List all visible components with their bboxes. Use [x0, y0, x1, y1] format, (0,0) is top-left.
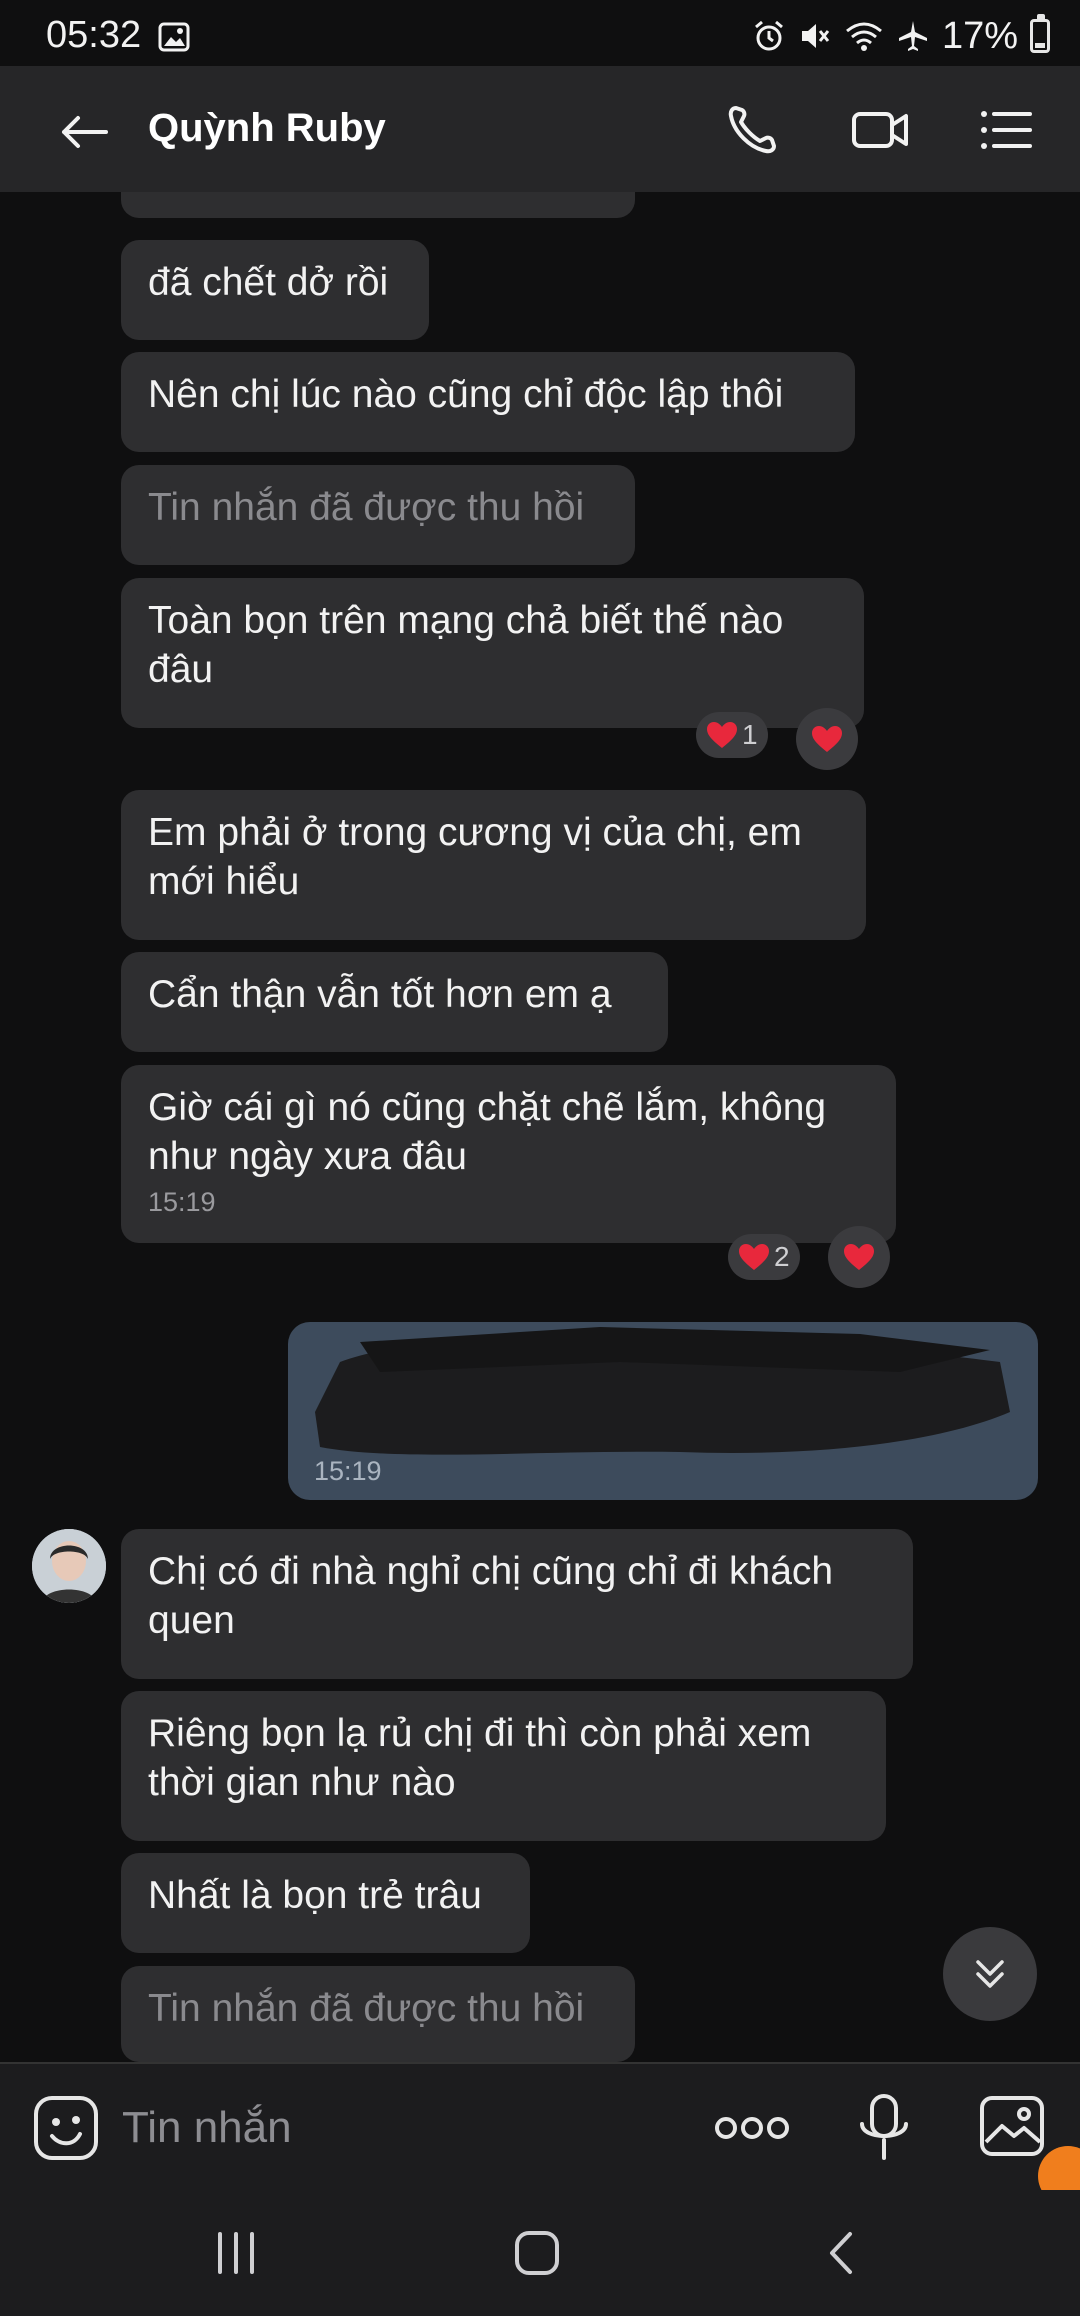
microphone-icon[interactable]: [856, 2092, 912, 2164]
scroll-to-bottom-button[interactable]: [943, 1927, 1037, 2021]
chat-header: Quỳnh Ruby: [0, 66, 1080, 192]
menu-list-icon[interactable]: [976, 100, 1036, 160]
message-text: đã chết dở rồi: [148, 261, 389, 304]
message-time: 15:19: [314, 1456, 382, 1486]
heart-icon: [739, 1244, 769, 1270]
message-bubble[interactable]: đã chết dở rồi: [121, 240, 429, 340]
composer-bar: [0, 2062, 1080, 2190]
reaction-count-badge[interactable]: 1: [696, 712, 768, 758]
double-chevron-down-icon: [976, 1960, 1004, 1988]
alarm-icon: [754, 20, 783, 51]
message-text: Em phải ở trong cương vị của chị, em mới…: [148, 811, 802, 903]
system-nav-bar: [0, 2190, 1080, 2316]
sent-message-bubble[interactable]: 15:19: [288, 1322, 1038, 1500]
airplane-icon: [898, 21, 927, 51]
message-bubble[interactable]: Nhất là bọn trẻ trâu: [121, 1853, 530, 1953]
battery-percent: 17%: [941, 14, 1018, 57]
message-input[interactable]: [120, 2092, 684, 2164]
reaction-count: 2: [774, 1241, 790, 1272]
wifi-icon: [845, 22, 882, 51]
message-text: Tin nhắn đã được thu hồi: [148, 1987, 585, 2030]
status-time: 05:32: [46, 14, 142, 56]
message-bubble[interactable]: Em phải ở trong cương vị của chị, em mới…: [121, 790, 866, 940]
avatar-image: [32, 1529, 106, 1603]
recalled-message-bubble[interactable]: Tin nhắn đã được thu hồi: [121, 465, 635, 565]
avatar[interactable]: [32, 1529, 106, 1603]
contact-name[interactable]: Quỳnh Ruby: [148, 106, 386, 151]
reaction-count-badge[interactable]: 2: [728, 1234, 800, 1280]
recalled-message-bubble[interactable]: Tin nhắn đã được thu hồi: [121, 1966, 635, 2062]
message-bubble[interactable]: Nên chị lúc nào cũng chỉ độc lập thôi: [121, 352, 855, 452]
status-bar: 05:32 17%: [0, 0, 1080, 72]
redaction-scribble: [315, 1327, 1010, 1455]
status-icons: 17%: [752, 14, 1050, 58]
message-text: Nhất là bọn trẻ trâu: [148, 1874, 482, 1917]
home-icon[interactable]: [507, 2228, 567, 2278]
message-bubble[interactable]: Cẩn thận vẫn tốt hơn em ạ: [121, 952, 668, 1052]
message-text: Chị có đi nhà nghỉ chị cũng chỉ đi khách…: [148, 1550, 834, 1642]
message-bubble[interactable]: Chị có đi nhà nghỉ chị cũng chỉ đi khách…: [121, 1529, 913, 1679]
back-nav-icon[interactable]: [812, 2228, 872, 2278]
phone-icon[interactable]: [722, 100, 782, 160]
video-call-icon[interactable]: [850, 100, 910, 160]
message-bubble-partial[interactable]: [121, 192, 635, 218]
message-text: Tin nhắn đã được thu hồi: [148, 486, 585, 529]
heart-icon: [844, 1244, 874, 1270]
message-time: 15:19: [148, 1187, 216, 1217]
recent-apps-icon[interactable]: [206, 2228, 266, 2278]
react-heart-button[interactable]: [828, 1226, 890, 1288]
message-text: Riêng bọn lạ rủ chị đi thì còn phải xem …: [148, 1712, 812, 1804]
heart-icon: [707, 722, 737, 748]
back-arrow-icon[interactable]: [54, 102, 114, 162]
battery-icon: [1030, 14, 1050, 53]
reaction-count: 1: [742, 719, 758, 750]
mute-icon: [801, 24, 830, 48]
image-picker-icon[interactable]: [978, 2092, 1046, 2160]
message-text: Toàn bọn trên mạng chả biết thế nào đâu: [148, 599, 784, 691]
heart-icon: [812, 726, 842, 752]
react-heart-button[interactable]: [796, 708, 858, 770]
sticker-icon[interactable]: [32, 2094, 100, 2162]
message-bubble[interactable]: Riêng bọn lạ rủ chị đi thì còn phải xem …: [121, 1691, 886, 1841]
gallery-icon: [158, 22, 190, 52]
more-options-icon[interactable]: [712, 2108, 792, 2148]
message-text: Nên chị lúc nào cũng chỉ độc lập thôi: [148, 373, 784, 416]
message-text: Giờ cái gì nó cũng chặt chẽ lắm, không n…: [148, 1086, 827, 1178]
message-bubble[interactable]: Toàn bọn trên mạng chả biết thế nào đâu: [121, 578, 864, 728]
message-bubble[interactable]: Giờ cái gì nó cũng chặt chẽ lắm, không n…: [121, 1065, 896, 1243]
message-text: Cẩn thận vẫn tốt hơn em ạ: [148, 973, 612, 1016]
